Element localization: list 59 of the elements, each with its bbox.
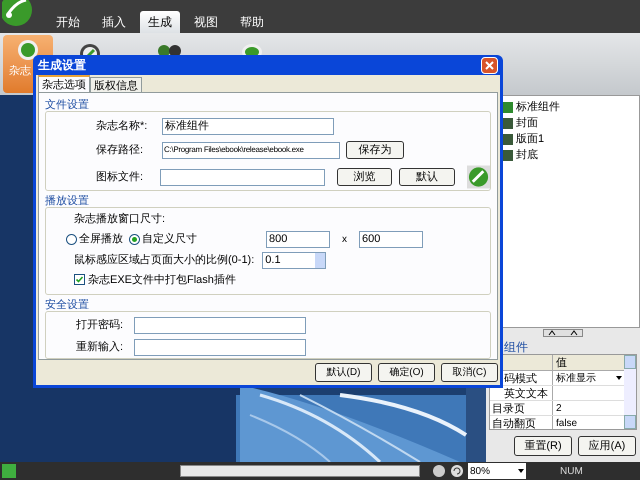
dialog-button[interactable]: 默认(D) [315,363,372,382]
ratio-spinner[interactable]: 0.1 [262,252,326,268]
browse-button[interactable]: 浏览 [336,168,392,186]
checkbox[interactable] [74,274,85,286]
dialog-tab[interactable]: 杂志选项 [38,75,90,92]
field-label: 重新输入: [76,340,124,356]
save-as-button[interactable]: 保存为 [346,141,404,159]
size-label: 杂志播放窗口尺寸: [74,212,166,227]
menu-tab[interactable]: 视图 [186,11,226,33]
property-name: 目录页 [491,402,526,415]
radio-label: 自定义尺寸 [142,232,197,248]
dialog-button[interactable]: 取消(C) [441,363,498,382]
panel-title: 组件 [503,339,529,354]
path-field[interactable]: C:\Program Files\ebook\release\ebook.exe [162,142,340,158]
icon-file-field[interactable] [160,168,325,186]
property-name: 码模式 [503,372,538,385]
circle-icon [17,39,39,61]
default-button[interactable]: 默认 [399,168,455,186]
dialog-tab[interactable]: 版权信息 [90,77,142,92]
width-field[interactable]: 800 [266,231,330,248]
radio-label: 全屏播放 [79,232,123,248]
height-field[interactable]: 600 [359,231,423,248]
field-label: 杂志名称*: [96,118,148,134]
group-title: 文件设置 [45,98,90,111]
radio-button[interactable] [66,234,77,245]
field-label: 打开密码: [76,318,124,334]
group-title: 播放设置 [45,194,90,207]
app-logo-icon [466,165,490,189]
password-field[interactable] [134,339,306,356]
panel-button[interactable]: 应用(A) [578,436,636,456]
zoom-dropdown[interactable]: 80% [468,463,526,479]
panel-button[interactable]: 重置(R) [514,436,572,456]
close-icon [485,60,494,70]
menu-tab[interactable]: 开始 [48,11,88,33]
property-name: 英文文本 [503,386,549,400]
ratio-label: 鼠标感应区域占页面大小的比例(0-1): [74,252,254,268]
close-button[interactable] [481,56,498,74]
num-lock-indicator: NUM [560,464,583,478]
name-field[interactable]: 标准组件 [162,118,334,135]
caret-icon [518,469,524,473]
refresh-icon[interactable] [450,464,464,478]
tree-item[interactable]: 版面1 [516,131,544,148]
field-label: 图标文件: [96,170,144,185]
group-title: 安全设置 [45,298,90,311]
checkbox-label: 杂志EXE文件中打包Flash插件 [88,272,236,288]
menu-tab[interactable]: 帮助 [232,11,272,33]
times-sign: x [342,233,347,247]
tree-item[interactable]: 标准组件 [516,99,560,116]
menu-tab[interactable]: 插入 [94,11,134,33]
menu-tab[interactable]: 生成 [140,11,180,33]
property-name: 自动翻页 [491,417,537,429]
field-label: 保存路径: [96,142,144,158]
status-indicator [2,464,16,478]
tree-item[interactable]: 封底 [516,147,538,164]
radio-button[interactable] [129,234,140,245]
splitter-handle[interactable] [543,329,583,337]
tree-item[interactable]: 封面 [516,115,538,132]
dialog-button[interactable]: 确定(O) [378,363,435,382]
password-field[interactable] [134,317,306,334]
